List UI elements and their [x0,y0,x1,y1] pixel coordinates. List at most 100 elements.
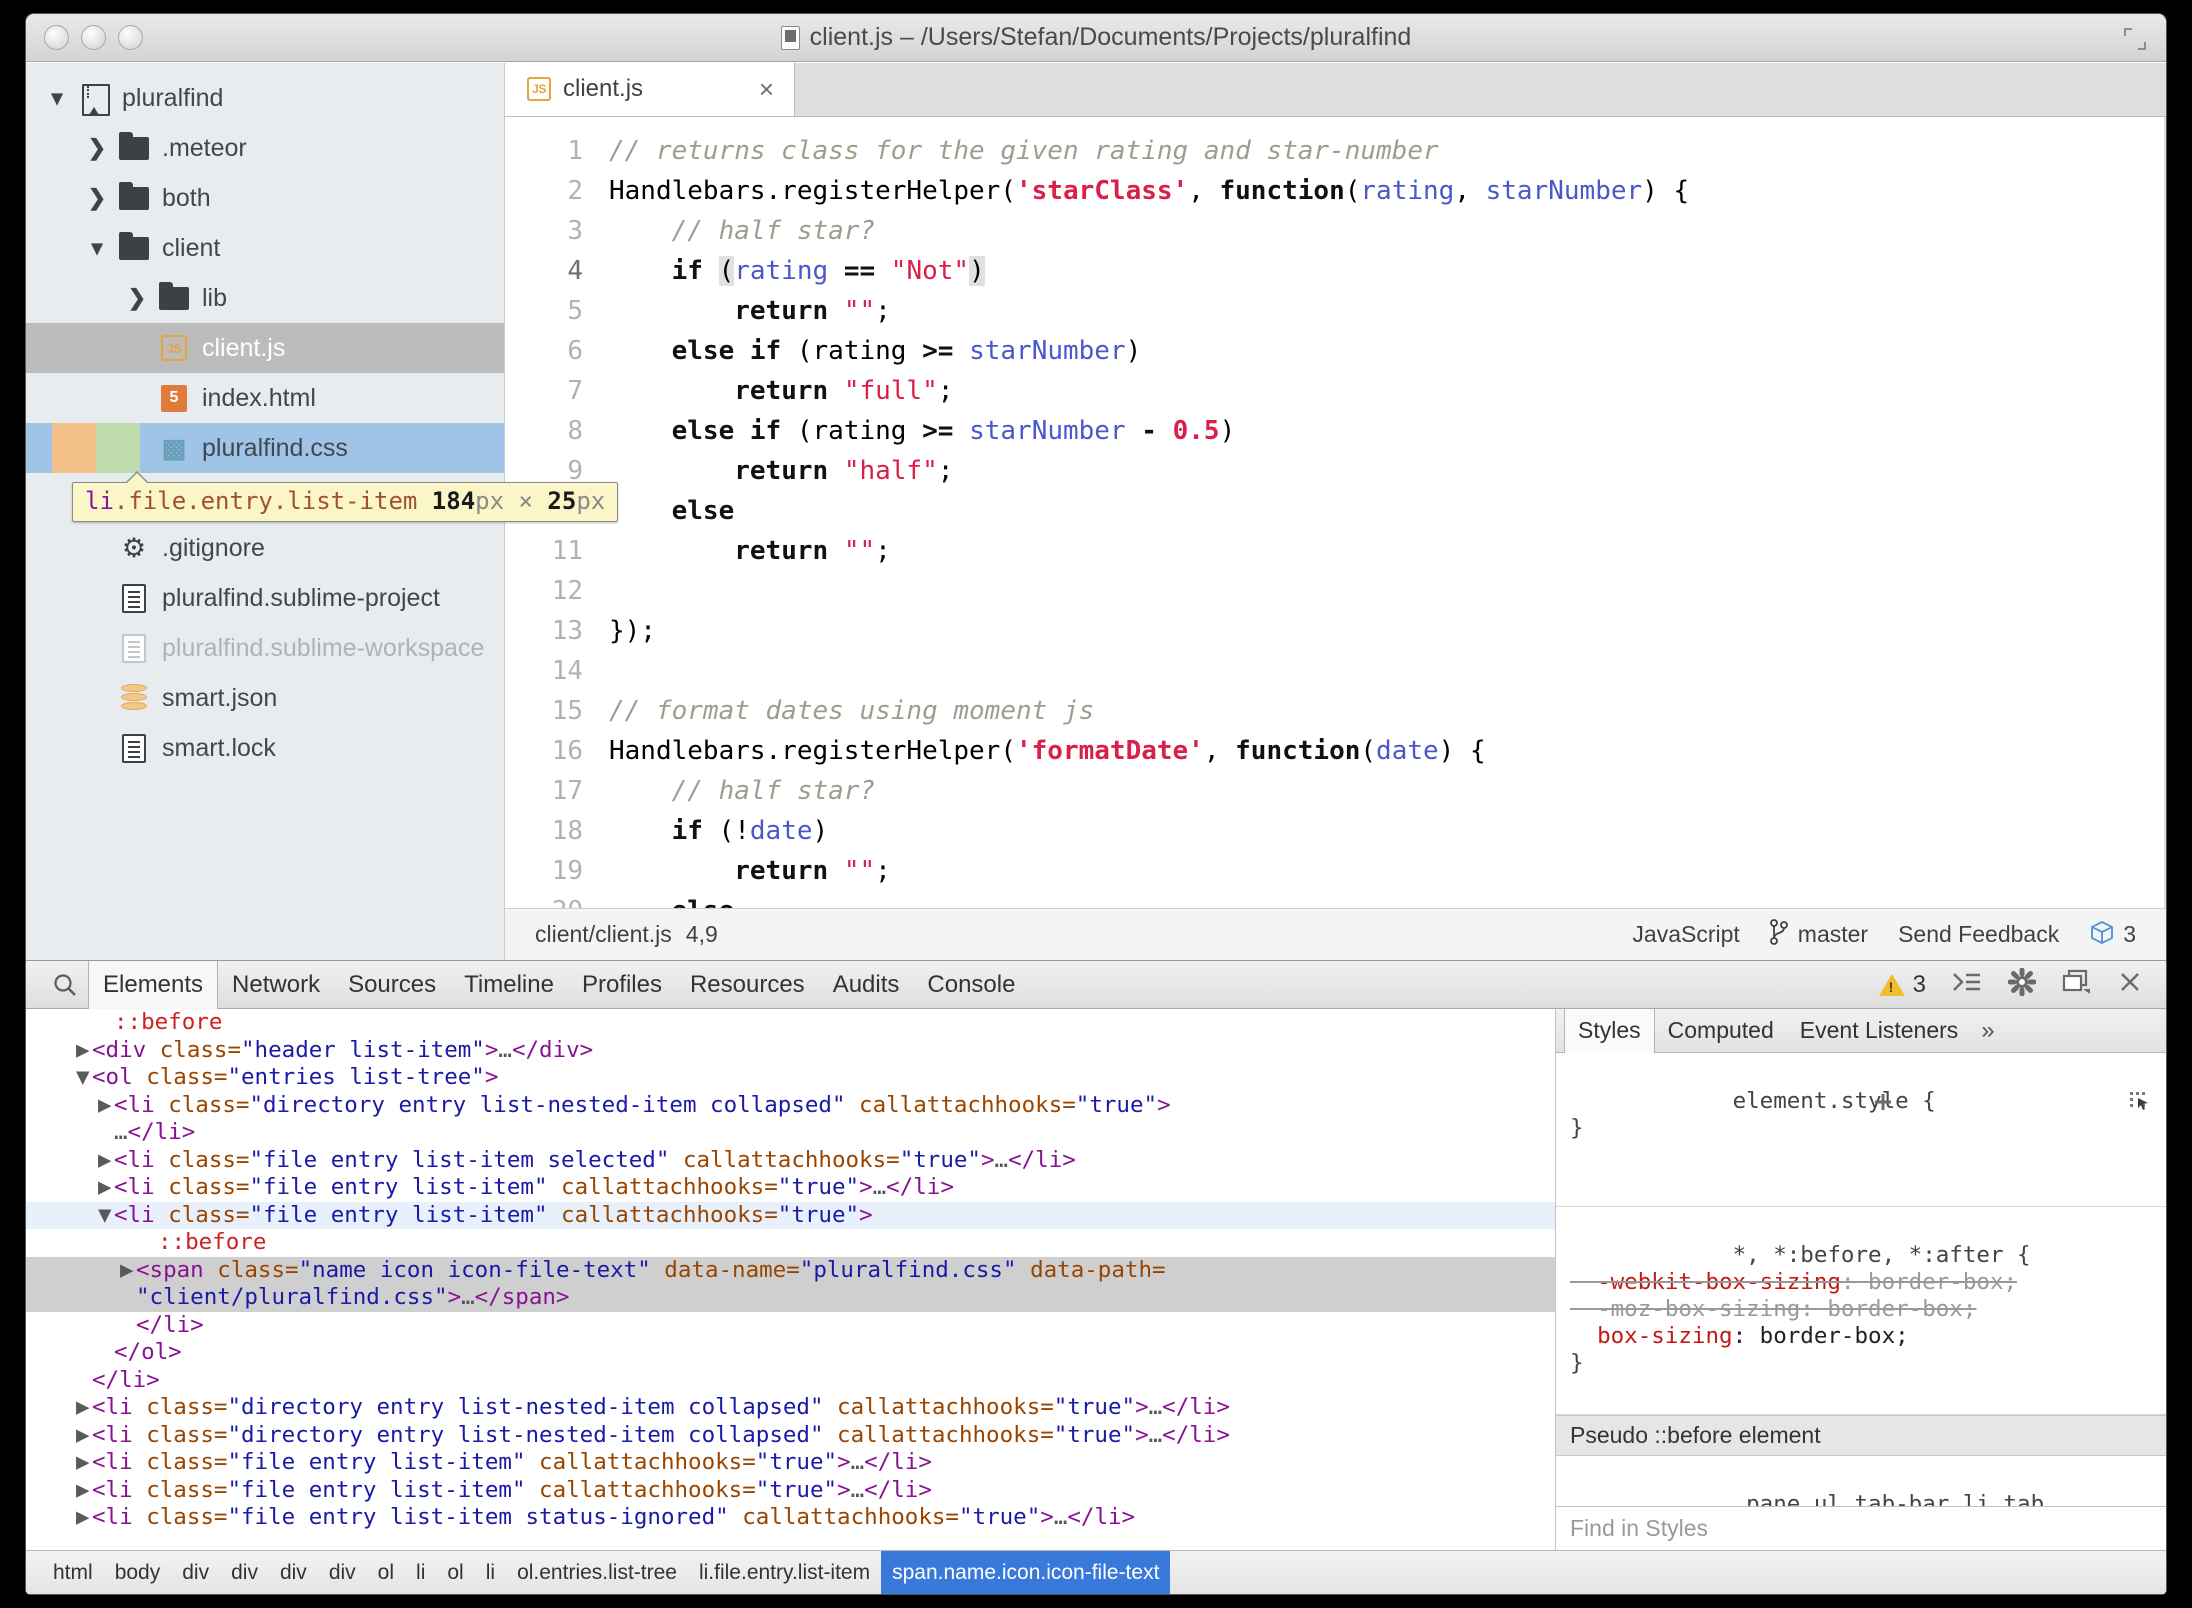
devtools-tab-profiles[interactable]: Profiles [568,961,676,1009]
dom-node-row[interactable]: ▼<ol class="entries list-tree"> [26,1064,1555,1092]
close-window-button[interactable] [44,25,69,50]
tree-item-smart-lock[interactable]: smart.lock [26,723,504,773]
tree-item--gitignore[interactable]: ⚙.gitignore [26,523,504,573]
disclosure-triangle-icon[interactable]: ▶ [76,1422,92,1450]
declaration-box-sizing-prop[interactable]: box-sizing [1597,1323,1732,1349]
tree-item-lib[interactable]: ❯lib [26,273,504,323]
declaration-moz-box-sizing[interactable]: -moz-box-sizing: border-box; [1570,1296,1976,1322]
rule-element-style[interactable]: element.style { } [1556,1053,2166,1207]
breadcrumb-item[interactable]: li [475,1551,506,1595]
twisty-collapsed-icon[interactable]: ❯ [120,287,154,309]
dom-node-row[interactable]: ▼<li class="file entry list-item" callat… [26,1202,1555,1230]
breadcrumb-item[interactable]: ol [367,1551,405,1595]
devtools-tab-sources[interactable]: Sources [334,961,450,1009]
status-file-path[interactable]: client/client.js [535,921,672,948]
rule-pseudo-before[interactable]: .pane ul.tab-bar li.tab .title[data-name… [1556,1456,2166,1506]
disclosure-triangle-icon[interactable]: ▶ [98,1092,114,1120]
rule-universal-box-sizing[interactable]: *, *:before, *:after { -webkit-box-sizin… [1556,1207,2166,1415]
breadcrumb-item[interactable]: span.name.icon.icon-file-text [881,1551,1170,1595]
dom-node-row[interactable]: ▶<li class="directory entry list-nested-… [26,1394,1555,1422]
devtools-tab-console[interactable]: Console [913,961,1029,1009]
disclosure-triangle-icon[interactable]: ▶ [76,1394,92,1422]
breadcrumb-item[interactable]: div [171,1551,220,1595]
disclosure-triangle-icon[interactable]: ▶ [76,1449,92,1477]
disclosure-triangle-icon[interactable]: ▶ [98,1174,114,1202]
tree-item-pluralfind-sublime-project[interactable]: pluralfind.sublime-project [26,573,504,623]
minimize-window-button[interactable] [81,25,106,50]
dom-node-row[interactable]: ▶<li class="file entry list-item" callat… [26,1449,1555,1477]
gear-icon[interactable] [2008,968,2036,1001]
dom-node-row[interactable]: ▶<li class="file entry list-item status-… [26,1504,1555,1532]
tab-styles[interactable]: Styles [1564,1009,1655,1053]
close-icon[interactable]: × [759,76,774,102]
tree-item-both[interactable]: ❯both [26,173,504,223]
console-drawer-icon[interactable] [1952,970,1982,999]
package-updates[interactable]: 3 [2089,920,2136,950]
dom-node-row[interactable]: ▶<span class="name icon icon-file-text" … [26,1257,1555,1285]
send-feedback-button[interactable]: Send Feedback [1898,921,2059,948]
breadcrumb-item[interactable]: ol [436,1551,474,1595]
devtools-tab-timeline[interactable]: Timeline [450,961,568,1009]
dom-node-row[interactable]: …</li> [26,1119,1555,1147]
find-in-styles-input[interactable]: Find in Styles [1556,1506,2166,1550]
devtools-tab-elements[interactable]: Elements [88,961,218,1009]
dom-node-row[interactable]: "client/pluralfind.css">…</span> [26,1284,1555,1312]
maximize-window-button[interactable] [118,25,143,50]
tree-item-pluralfind-sublime-workspace[interactable]: pluralfind.sublime-workspace [26,623,504,673]
breadcrumb-item[interactable]: li.file.entry.list-item [688,1551,881,1595]
tree-item-client-js[interactable]: JSclient.js [26,323,504,373]
devtools-tab-network[interactable]: Network [218,961,334,1009]
status-language[interactable]: JavaScript [1632,921,1739,948]
twisty-expanded-icon[interactable]: ▾ [80,237,114,259]
dom-node-row[interactable]: ▶<div class="header list-item">…</div> [26,1037,1555,1065]
fullscreen-icon[interactable] [2124,28,2146,50]
disclosure-triangle-icon[interactable]: ▼ [76,1064,92,1092]
dom-node-row[interactable]: ▶<li class="file entry list-item selecte… [26,1147,1555,1175]
breadcrumb-item[interactable]: html [42,1551,104,1595]
breadcrumb-item[interactable]: body [104,1551,172,1595]
disclosure-triangle-icon[interactable]: ▶ [120,1257,136,1285]
dom-tree-pane[interactable]: ::before ▶<div class="header list-item">…… [26,1009,1556,1550]
minimap[interactable] [2125,117,2165,908]
devtools-tab-audits[interactable]: Audits [819,961,914,1009]
tab-client-js[interactable]: JS client.js × [505,62,795,116]
dom-node-row[interactable]: ::before [26,1229,1555,1257]
code-viewport[interactable]: 1// returns class for the given rating a… [505,117,2166,908]
breadcrumb-item[interactable]: li [405,1551,436,1595]
breadcrumb-item[interactable]: div [318,1551,367,1595]
dom-node-row[interactable]: ▶<li class="directory entry list-nested-… [26,1422,1555,1450]
status-branch[interactable]: master [1770,919,1868,951]
disclosure-triangle-icon[interactable]: ▶ [76,1037,92,1065]
search-icon[interactable] [42,972,88,998]
dom-node-row[interactable]: ▶<li class="file entry list-item" callat… [26,1174,1555,1202]
twisty-expanded-icon[interactable]: ▾ [40,87,74,109]
disclosure-triangle-icon[interactable]: ▶ [76,1504,92,1532]
devtools-tab-resources[interactable]: Resources [676,961,819,1009]
element-state-icon[interactable] [1911,1063,2152,1148]
tree-item-client[interactable]: ▾client [26,223,504,273]
disclosure-triangle-icon[interactable]: ▶ [76,1477,92,1505]
tree-item-smart-json[interactable]: smart.json [26,673,504,723]
disclosure-triangle-icon[interactable]: ▼ [98,1202,114,1230]
dock-side-icon[interactable] [2062,969,2092,1000]
dom-node-row[interactable]: ▶<li class="file entry list-item" callat… [26,1477,1555,1505]
tree-item-pluralfind-css[interactable]: ▩pluralfind.css [26,423,504,473]
chevron-more-icon[interactable]: » [1971,1017,1994,1045]
dom-node-row[interactable]: </ol> [26,1339,1555,1367]
declaration-box-sizing-value[interactable]: border-box; [1760,1323,1909,1349]
tree-item-pluralfind[interactable]: ▾pluralfind [26,73,504,123]
disclosure-triangle-icon[interactable]: ▶ [98,1147,114,1175]
tree-item-index-html[interactable]: 5index.html [26,373,504,423]
dom-node-row[interactable]: </li> [26,1367,1555,1395]
dom-node-row[interactable]: ▶<li class="directory entry list-nested-… [26,1092,1555,1120]
breadcrumb-item[interactable]: div [269,1551,318,1595]
status-cursor-position[interactable]: 4,9 [686,921,718,948]
breadcrumb-item[interactable]: ol.entries.list-tree [506,1551,688,1595]
warning-indicator[interactable]: 3 [1879,971,1926,999]
tab-event-listeners[interactable]: Event Listeners [1787,1009,1972,1053]
twisty-collapsed-icon[interactable]: ❯ [80,137,114,159]
close-icon[interactable] [2118,970,2142,999]
declaration-webkit-box-sizing[interactable]: -webkit-box-sizing: border-box; [1570,1269,2017,1295]
plus-icon[interactable] [1655,1063,1896,1148]
tab-computed[interactable]: Computed [1655,1009,1787,1053]
